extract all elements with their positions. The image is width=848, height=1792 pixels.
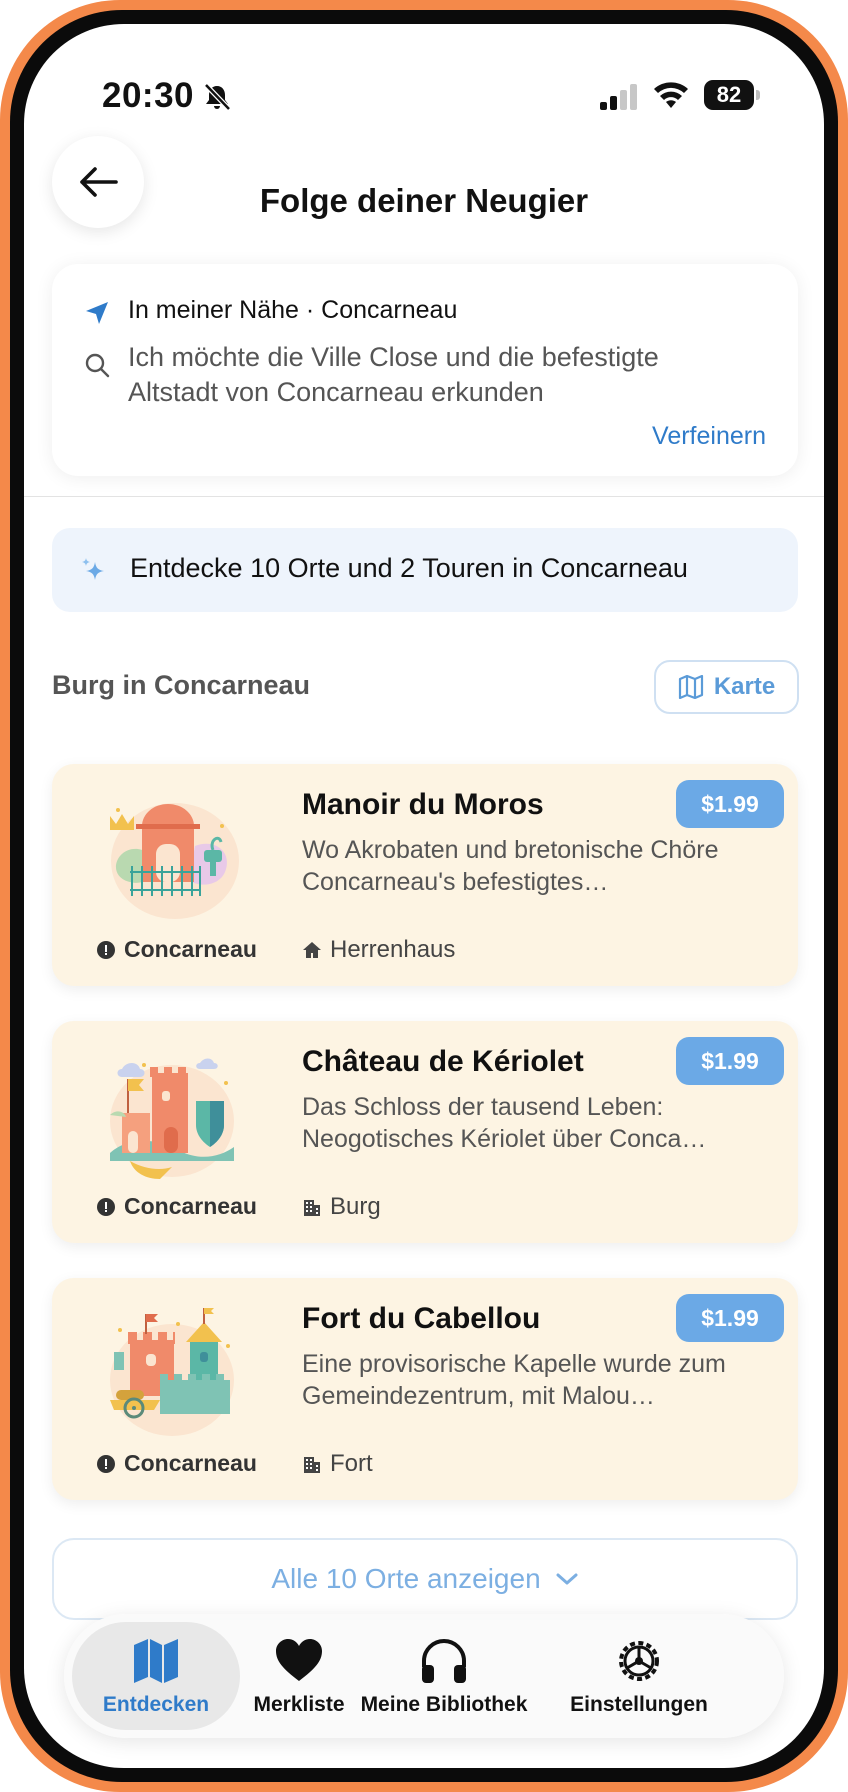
cellular-signal-icon: [600, 84, 637, 110]
category-label: Fort: [330, 1450, 373, 1477]
place-description: Wo Akrobaten und bretonische Chöre Conca…: [302, 836, 719, 896]
category-label: Burg: [330, 1193, 381, 1220]
tab-entdecken[interactable]: Entdecken: [72, 1614, 240, 1738]
status-time: 20:30: [102, 76, 195, 115]
battery-icon: 82: [704, 80, 760, 110]
building-icon: [304, 1457, 320, 1473]
tab-label: Einstellungen: [570, 1693, 708, 1716]
heart-icon: [276, 1639, 322, 1681]
divider: [24, 496, 824, 497]
map-icon: [134, 1639, 178, 1683]
place-location: Concarneau: [96, 1193, 257, 1220]
place-description: Das Schloss der tausend Leben: Neogotisc…: [302, 1093, 707, 1153]
tab-einstellungen[interactable]: Einstellungen: [544, 1614, 734, 1738]
battery-level: 82: [704, 80, 754, 110]
tab-label: Entdecken: [102, 1693, 210, 1716]
location-label: In meiner Nähe · Concarneau: [128, 296, 458, 324]
sparkle-icon: [82, 558, 104, 580]
map-button-label: Karte: [713, 673, 776, 700]
status-bar: 20:30 82: [24, 24, 824, 124]
place-card[interactable]: Fort du Cabellou $1.99 Eine provisorisch…: [52, 1278, 798, 1500]
map-button[interactable]: Karte: [654, 660, 799, 714]
discover-banner: Entdecke 10 Orte und 2 Touren in Concarn…: [52, 528, 798, 612]
place-name: Manoir du Moros: [302, 788, 544, 821]
map-icon: [678, 675, 703, 699]
location-info-icon: [97, 1454, 115, 1473]
wifi-icon: [654, 82, 688, 108]
chevron-down-icon: [556, 1573, 578, 1585]
section-title: Burg in Concarneau: [52, 670, 311, 700]
search-summary-card[interactable]: In meiner Nähe · Concarneau Ich möchte d…: [52, 264, 798, 476]
manor-illustration: [110, 803, 239, 919]
place-category: Burg: [302, 1193, 381, 1221]
castle-illustration: [110, 1058, 234, 1179]
place-name: Fort du Cabellou: [302, 1302, 541, 1335]
bottom-tab-bar: Entdecken Merkliste Meine Bibliothek Ein…: [64, 1614, 784, 1738]
location-label: Concarneau: [124, 1450, 257, 1476]
discover-text: Entdecke 10 Orte und 2 Touren in Concarn…: [130, 553, 688, 583]
tab-label: Merkliste: [253, 1693, 345, 1716]
house-icon: [303, 942, 321, 958]
price-badge[interactable]: $1.99: [676, 780, 784, 828]
refine-button[interactable]: Verfeinern: [652, 422, 766, 451]
page-title: Folge deiner Neugier: [259, 182, 589, 219]
tab-merkliste[interactable]: Merkliste: [234, 1614, 364, 1738]
place-category: Fort: [302, 1450, 373, 1478]
location-label: Concarneau: [124, 936, 257, 962]
location-arrow-icon: [86, 302, 108, 324]
location-info-icon: [97, 1197, 115, 1216]
building-icon: [304, 1200, 320, 1216]
location-label: Concarneau: [124, 1193, 257, 1219]
place-location: Concarneau: [96, 936, 257, 963]
place-description: Eine provisorische Kapelle wurde zum Gem…: [302, 1350, 726, 1410]
place-card[interactable]: Château de Kériolet $1.99 Das Schloss de…: [52, 1021, 798, 1243]
gear-icon: [619, 1641, 659, 1681]
arrow-left-icon: [80, 167, 118, 197]
price-badge[interactable]: $1.99: [676, 1037, 784, 1085]
place-category: Herrenhaus: [302, 936, 455, 964]
fort-illustration: [110, 1308, 234, 1436]
tab-meine-bibliothek[interactable]: Meine Bibliothek: [354, 1614, 534, 1738]
bell-muted-icon: [204, 83, 231, 111]
app-screen: 20:30 82 Folge deiner Neugier In meiner …: [24, 24, 824, 1768]
tab-label: Meine Bibliothek: [360, 1693, 528, 1716]
category-label: Herrenhaus: [330, 936, 456, 963]
show-all-label: Alle 10 Orte anzeigen: [271, 1563, 541, 1594]
place-location: Concarneau: [96, 1450, 257, 1477]
place-card[interactable]: Manoir du Moros $1.99 Wo Akrobaten und b…: [52, 764, 798, 986]
headphones-icon: [422, 1639, 466, 1683]
place-name: Château de Kériolet: [302, 1045, 584, 1078]
price-badge[interactable]: $1.99: [676, 1294, 784, 1342]
back-button[interactable]: [52, 136, 144, 228]
search-query-text: Ich möchte die Ville Close und die befes…: [128, 342, 659, 407]
search-icon: [85, 353, 110, 378]
location-info-icon: [97, 940, 115, 959]
show-all-button[interactable]: Alle 10 Orte anzeigen: [52, 1538, 798, 1620]
